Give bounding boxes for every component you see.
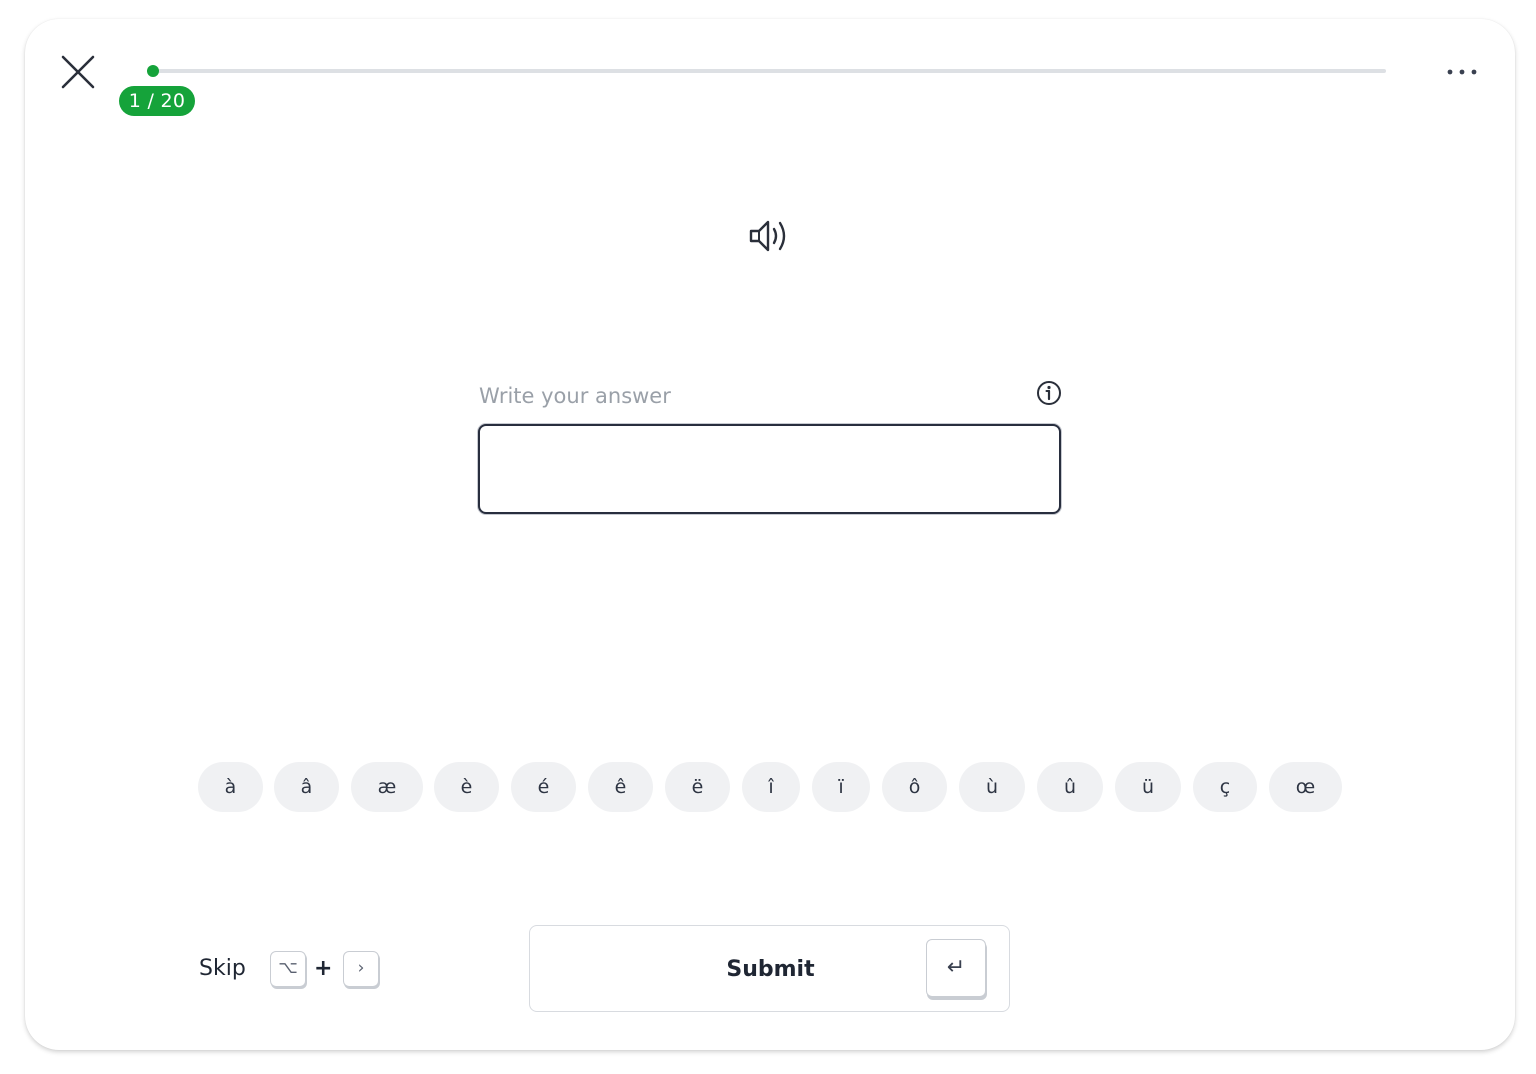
skip-button[interactable]: Skip (199, 954, 246, 984)
progress-indicator-dot (147, 65, 159, 77)
more-horizontal-icon (1447, 69, 1477, 75)
progress-bar (147, 65, 1386, 77)
option-key-icon: ⌥ (270, 951, 306, 987)
enter-key-icon: ↵ (926, 939, 986, 997)
answer-label: Write your answer (479, 384, 671, 408)
char-key-a-circumflex[interactable]: â (274, 762, 339, 812)
char-key-u-circumflex[interactable]: û (1037, 762, 1103, 812)
quiz-card (25, 19, 1515, 1050)
char-key-oe[interactable]: œ (1269, 762, 1342, 812)
play-audio-button[interactable] (744, 212, 794, 260)
answer-input[interactable] (478, 424, 1061, 514)
char-key-e-grave[interactable]: è (434, 762, 499, 812)
char-key-c-cedilla[interactable]: ç (1193, 762, 1257, 812)
char-key-u-grave[interactable]: ù (959, 762, 1025, 812)
shortcut-plus: + (314, 956, 333, 981)
char-key-u-diaeresis[interactable]: ü (1115, 762, 1181, 812)
info-button[interactable] (1034, 378, 1064, 408)
char-key-e-diaeresis[interactable]: ë (665, 762, 730, 812)
progress-badge: 1 / 20 (119, 86, 195, 116)
char-key-e-circumflex[interactable]: ê (588, 762, 653, 812)
more-options-button[interactable] (1442, 60, 1482, 84)
char-key-a-grave[interactable]: à (198, 762, 263, 812)
info-icon (1037, 381, 1061, 405)
speaker-icon (749, 220, 786, 252)
right-arrow-key-icon: › (343, 951, 379, 987)
char-key-ae[interactable]: æ (351, 762, 423, 812)
submit-button[interactable]: Submit ↵ (529, 925, 1010, 1012)
char-key-i-circumflex[interactable]: î (742, 762, 800, 812)
close-button[interactable] (58, 52, 98, 92)
char-key-o-circumflex[interactable]: ô (882, 762, 947, 812)
char-key-i-diaeresis[interactable]: ï (812, 762, 870, 812)
close-icon (61, 55, 95, 89)
char-key-e-acute[interactable]: é (511, 762, 576, 812)
